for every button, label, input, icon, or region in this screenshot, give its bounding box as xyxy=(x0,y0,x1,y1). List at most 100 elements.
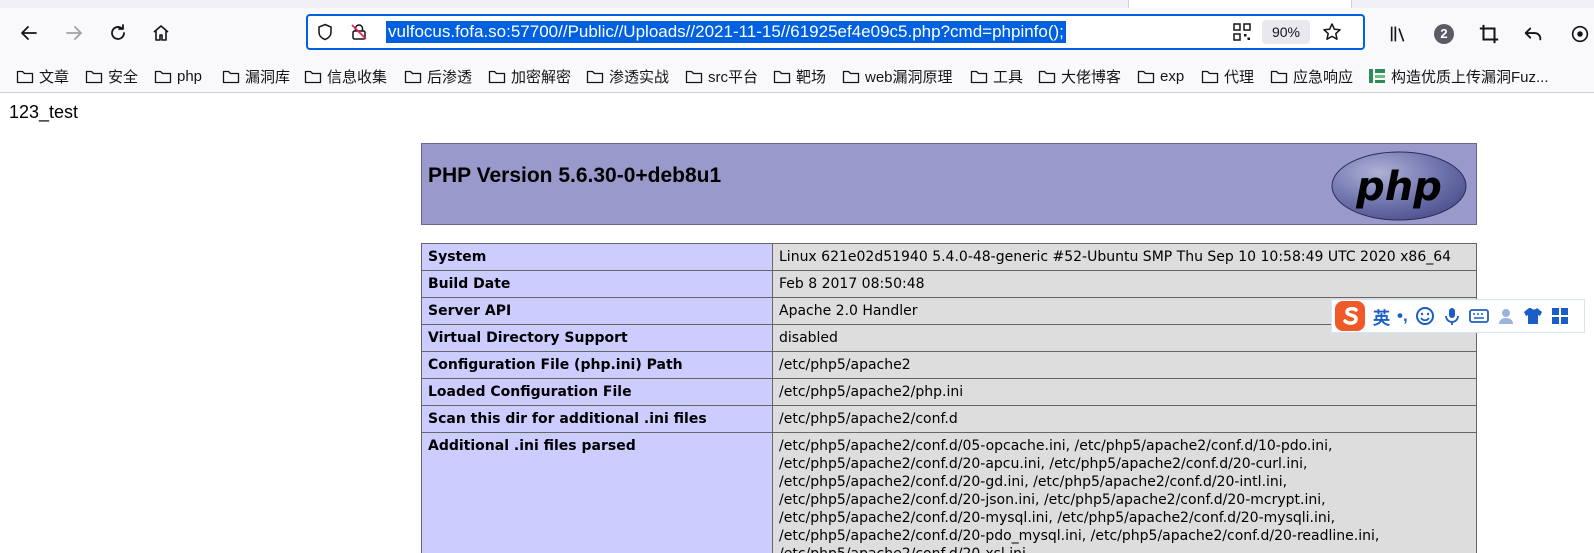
bookmark-item[interactable]: exp xyxy=(1137,65,1184,87)
bookmark-item[interactable]: 构造优质上传漏洞Fuz... xyxy=(1368,65,1549,87)
library-button[interactable] xyxy=(1387,22,1411,46)
ime-toolbar[interactable]: 英 •, xyxy=(1331,299,1585,333)
url-text[interactable]: vulfocus.fofa.so:57700//Public//Uploads/… xyxy=(386,21,1066,43)
folder-icon xyxy=(685,70,703,84)
folder-icon xyxy=(773,70,791,84)
bookmark-item[interactable]: 应急响应 xyxy=(1270,65,1353,87)
extension-badge-button[interactable]: 2 xyxy=(1432,22,1456,46)
smiley-icon[interactable] xyxy=(1415,306,1435,326)
sogou-logo-icon[interactable] xyxy=(1334,300,1366,332)
row-key: Configuration File (php.ini) Path xyxy=(421,351,773,379)
bookmark-item[interactable]: 文章 xyxy=(16,65,69,87)
php-logo-text: php xyxy=(1355,164,1442,210)
folder-icon xyxy=(1201,70,1219,84)
folder-icon xyxy=(1270,70,1288,84)
bookmark-item[interactable]: 工具 xyxy=(970,65,1023,87)
bookmark-star-icon[interactable] xyxy=(1322,22,1342,42)
bookmark-label: 应急响应 xyxy=(1293,68,1354,86)
crop-icon xyxy=(1479,24,1499,44)
undo-arrow-icon xyxy=(1524,27,1542,41)
bookmark-item[interactable]: 加密解密 xyxy=(488,65,571,87)
bookmark-item[interactable]: 后渗透 xyxy=(404,65,472,87)
keyboard-icon[interactable] xyxy=(1468,306,1489,326)
screenshot-button[interactable] xyxy=(1477,22,1501,46)
microphone-icon[interactable] xyxy=(1442,306,1462,326)
bookmark-label: 代理 xyxy=(1224,68,1255,86)
zoom-level[interactable]: 90% xyxy=(1262,20,1310,44)
table-row: System Linux 621e02d51940 5.4.0-48-generi… xyxy=(421,243,1477,271)
echo-output: 123_test xyxy=(9,102,79,122)
table-row: Virtual Directory Support disabled xyxy=(421,324,1477,352)
bookmark-label: 安全 xyxy=(108,68,139,86)
reload-button[interactable] xyxy=(101,16,135,50)
table-row: Configuration File (php.ini) Path/etc/ph… xyxy=(421,351,1477,379)
bookmark-item[interactable]: web漏洞原理 xyxy=(842,65,953,87)
bookmark-label: 工具 xyxy=(993,68,1024,86)
bookmark-label: 构造优质上传漏洞Fuz... xyxy=(1391,68,1549,86)
library-icon xyxy=(1390,26,1405,42)
toolbox-grid-icon[interactable] xyxy=(1550,306,1570,326)
bookmark-label: 加密解密 xyxy=(511,68,572,86)
row-key: Build Date xyxy=(421,270,773,298)
forward-button[interactable] xyxy=(57,16,91,50)
tab-fragment[interactable] xyxy=(1128,0,1352,8)
shield-icon[interactable] xyxy=(316,23,334,41)
ime-mode-label[interactable]: 英 xyxy=(1373,304,1390,329)
folder-icon xyxy=(404,70,422,84)
forward-arrow-icon xyxy=(66,26,82,40)
address-bar[interactable]: vulfocus.fofa.so:57700//Public//Uploads/… xyxy=(306,14,1365,50)
bookmark-item[interactable]: 靶场 xyxy=(773,65,826,87)
bookmark-item[interactable]: 代理 xyxy=(1201,65,1254,87)
phpinfo-table: System Linux 621e02d51940 5.4.0-48-generi… xyxy=(421,243,1477,553)
home-button[interactable] xyxy=(144,16,178,50)
row-key: Loaded Configuration File xyxy=(421,378,773,406)
bookmark-label: 大佬博客 xyxy=(1061,68,1122,86)
bookmark-item[interactable]: 渗透实战 xyxy=(586,65,669,87)
extension-button[interactable] xyxy=(1568,22,1592,46)
bookmark-item[interactable]: 大佬博客 xyxy=(1038,65,1121,87)
table-row: Server API Apache 2.0 Handler xyxy=(421,297,1477,325)
bookmark-item[interactable]: src平台 xyxy=(685,65,758,87)
row-value: /etc/php5/apache2 xyxy=(772,351,1477,379)
folder-icon xyxy=(1137,70,1155,84)
folder-icon xyxy=(1038,70,1056,84)
ime-punctuation-label[interactable]: •, xyxy=(1397,306,1408,326)
bookmark-label: 文章 xyxy=(39,68,70,86)
bookmark-favicon-icon xyxy=(1369,69,1385,83)
bookmark-label: 漏洞库 xyxy=(245,68,291,86)
folder-icon xyxy=(304,70,322,84)
php-logo[interactable]: php xyxy=(1330,150,1468,222)
folder-icon xyxy=(970,70,988,84)
bookmark-label: src平台 xyxy=(708,68,758,86)
row-key: Additional .ini files parsed xyxy=(421,432,773,553)
folder-icon xyxy=(154,70,172,84)
table-row: Additional .ini files parsed/etc/php5/ap… xyxy=(421,432,1477,553)
folder-icon xyxy=(842,70,860,84)
bookmark-label: 靶场 xyxy=(796,68,827,86)
folder-icon xyxy=(222,70,240,84)
bookmark-item[interactable]: 安全 xyxy=(85,65,138,87)
row-value: Linux 621e02d51940 5.4.0-48-generic #52-… xyxy=(772,243,1477,271)
bookmark-label: web漏洞原理 xyxy=(865,68,953,86)
user-icon[interactable] xyxy=(1496,306,1516,326)
table-row: Build Date Feb 8 2017 08:50:48 xyxy=(421,270,1477,298)
phpinfo-header: PHP Version 5.6.30-0+deb8u1 php xyxy=(421,143,1477,225)
bookmark-label: 渗透实战 xyxy=(609,68,670,86)
row-key: Virtual Directory Support xyxy=(421,324,773,352)
qr-code-icon[interactable] xyxy=(1232,22,1252,42)
row-key: Server API xyxy=(421,297,773,325)
tab-strip xyxy=(0,0,1594,8)
back-arrow-icon xyxy=(21,26,37,40)
skin-shirt-icon[interactable] xyxy=(1523,306,1543,326)
row-value: /etc/php5/apache2/php.ini xyxy=(772,378,1477,406)
row-key: Scan this dir for additional .ini files xyxy=(421,405,773,433)
insecure-lock-icon[interactable] xyxy=(350,23,368,41)
row-value: /etc/php5/apache2/conf.d xyxy=(772,405,1477,433)
bookmark-item[interactable]: 漏洞库 xyxy=(222,65,290,87)
folder-icon xyxy=(586,70,604,84)
back-button[interactable] xyxy=(12,16,46,50)
bookmark-item[interactable]: 信息收集 xyxy=(304,65,387,87)
bookmark-item[interactable]: php xyxy=(154,65,202,87)
undo-button[interactable] xyxy=(1521,22,1545,46)
bookmark-label: php xyxy=(177,67,203,85)
